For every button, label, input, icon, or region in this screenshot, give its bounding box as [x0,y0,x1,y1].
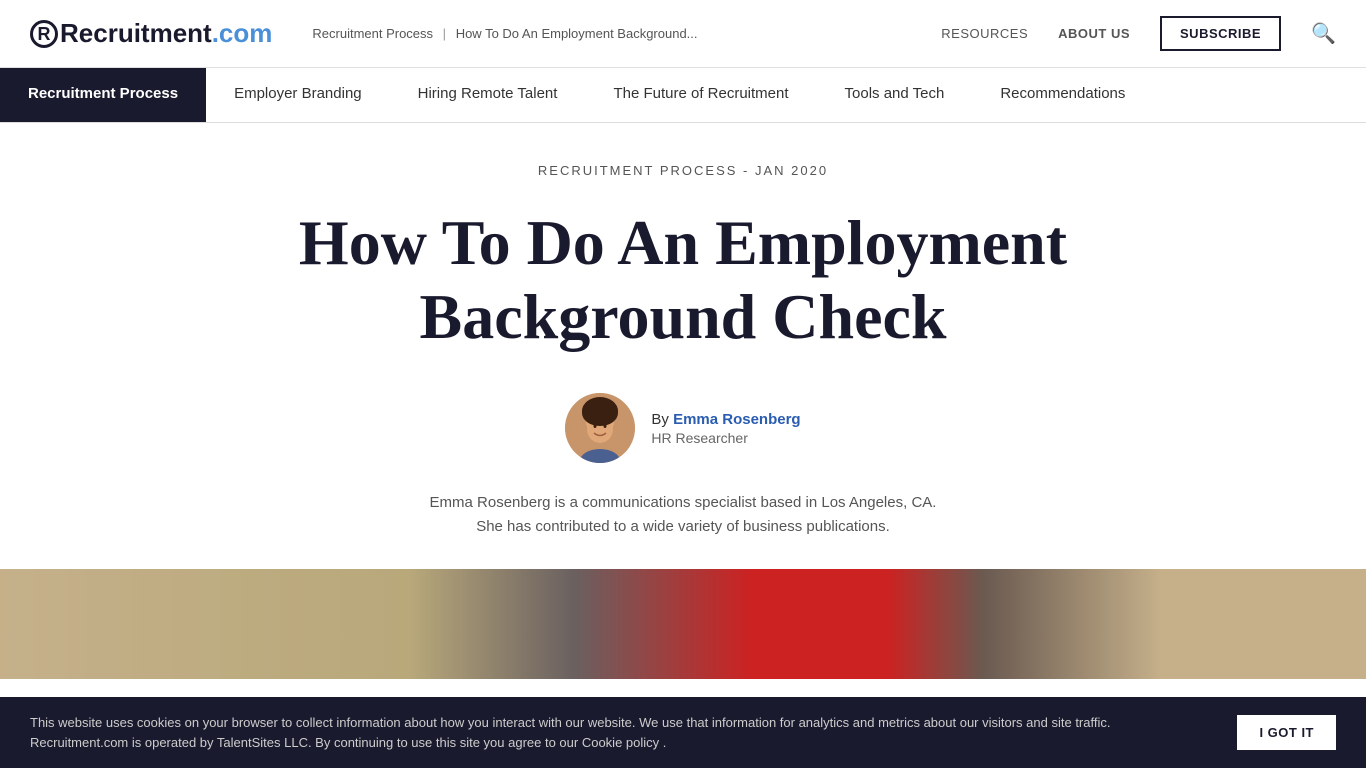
author-bio: Emma Rosenberg is a communications speci… [253,491,1113,539]
subscribe-button[interactable]: SUBSCRIBE [1160,16,1281,51]
nav-label: Recommendations [1000,85,1125,102]
nav-item-hiring-remote-talent[interactable]: Hiring Remote Talent [390,68,586,122]
resources-link[interactable]: RESOURCES [941,26,1028,41]
nav-item-tools-and-tech[interactable]: Tools and Tech [817,68,973,122]
author-avatar [565,393,635,463]
cookie-accept-button[interactable]: I GOT IT [1237,715,1336,750]
article-main: RECRUITMENT PROCESS - JAN 2020 How To Do… [233,123,1133,539]
nav-item-employer-branding[interactable]: Employer Branding [206,68,390,122]
nav-label: The Future of Recruitment [613,85,788,102]
author-role: HR Researcher [651,430,800,446]
about-us-link[interactable]: ABOUT US [1058,26,1130,41]
article-title: How To Do An Employment Background Check [253,206,1113,353]
breadcrumb-current: How To Do An Employment Background... [456,26,698,41]
nav-label: Recruitment Process [28,85,178,102]
cookie-text: This website uses cookies on your browse… [30,713,1130,752]
nav-label: Hiring Remote Talent [418,85,558,102]
logo-text-com: .com [212,18,273,49]
header-navigation: RESOURCES ABOUT US SUBSCRIBE 🔍 [941,16,1336,51]
author-name-link[interactable]: Emma Rosenberg [673,411,801,428]
logo-text-main: Recruitment [60,18,212,49]
breadcrumb-separator: | [443,26,446,41]
author-info: By Emma Rosenberg HR Researcher [651,411,800,446]
author-by-label: By Emma Rosenberg [651,411,800,428]
author-section: By Emma Rosenberg HR Researcher [253,393,1113,463]
category-nav: Recruitment Process Employer Branding Hi… [0,68,1366,123]
nav-item-recommendations[interactable]: Recommendations [972,68,1153,122]
nav-label: Employer Branding [234,85,362,102]
article-category: RECRUITMENT PROCESS - JAN 2020 [253,163,1113,178]
hero-image [0,569,1366,679]
nav-item-recruitment-process[interactable]: Recruitment Process [0,68,206,122]
nav-label: Tools and Tech [845,85,945,102]
cookie-banner: This website uses cookies on your browse… [0,697,1366,768]
breadcrumb-link[interactable]: Recruitment Process [312,26,433,41]
site-logo[interactable]: RRecruitment.com [30,18,272,49]
logo-r-icon: R [30,20,58,48]
site-header: RRecruitment.com Recruitment Process | H… [0,0,1366,68]
search-icon[interactable]: 🔍 [1311,21,1336,46]
nav-item-future-of-recruitment[interactable]: The Future of Recruitment [585,68,816,122]
breadcrumb: Recruitment Process | How To Do An Emplo… [312,26,941,41]
